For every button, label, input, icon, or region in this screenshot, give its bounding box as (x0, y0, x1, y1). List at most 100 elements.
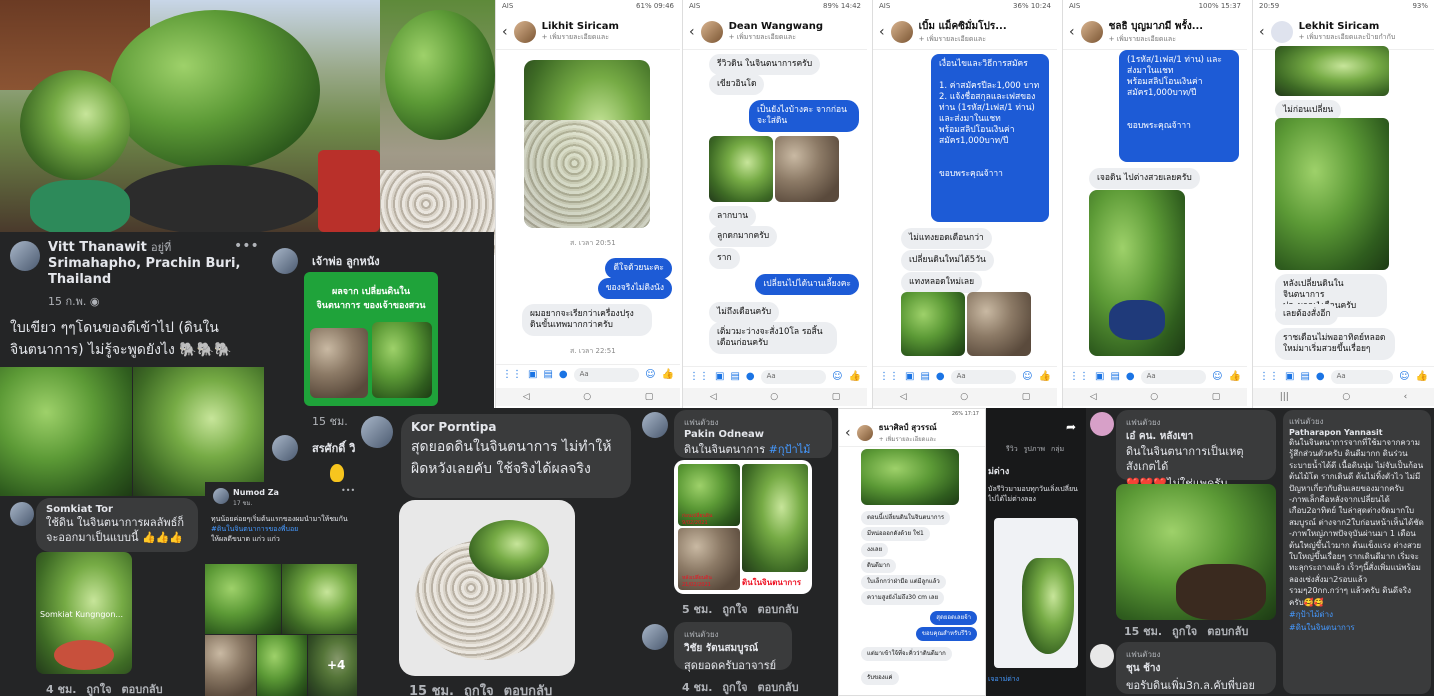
post-hashtag[interactable]: #ดินในจินตนาการของพี่บอย (211, 524, 351, 534)
emoji-icon[interactable]: ☺ (832, 371, 842, 382)
chat-image[interactable] (1275, 46, 1389, 96)
tab-review[interactable]: รีวิว (1006, 444, 1018, 455)
avatar[interactable] (213, 488, 229, 504)
gallery-icon[interactable]: ▤ (543, 369, 552, 380)
apps-icon[interactable]: ⋮⋮ (1259, 371, 1279, 382)
message-input[interactable]: Aa (760, 369, 827, 384)
back-icon[interactable]: ‹ (689, 24, 695, 40)
like-link[interactable]: ถูกใจ (722, 603, 747, 616)
post-image-2[interactable] (133, 367, 264, 496)
comment-author[interactable]: Somkiat Tor (46, 504, 188, 515)
contact-name[interactable]: ชลธิ บุญมาภมี พรั้ง... (1109, 19, 1203, 34)
reply-link[interactable]: ตอบกลับ (504, 684, 553, 696)
comment-hashtag[interactable]: #ดินในจินตนาการ (1289, 621, 1425, 634)
reply-link[interactable]: ตอบกลับ (122, 683, 163, 696)
like-icon[interactable]: 👍 (662, 369, 674, 380)
comment-author[interactable]: Patharapon Yannasit (1289, 428, 1425, 437)
gallery-icon[interactable]: ▤ (920, 371, 929, 382)
nav-recent-icon[interactable]: ▢ (1022, 392, 1031, 402)
message-input[interactable]: Aa (950, 369, 1017, 384)
comment-image[interactable]: Somkiat Kungngon... (36, 552, 132, 674)
like-icon[interactable]: 👍 (1229, 371, 1241, 382)
comment-image[interactable] (399, 500, 575, 676)
avatar[interactable] (700, 20, 723, 43)
camera-icon[interactable]: ▣ (715, 371, 724, 382)
comment-author[interactable]: เจ้าพ่อ ลูกหนัง (312, 252, 380, 270)
back-icon[interactable]: ‹ (879, 24, 885, 40)
embedded-screenshot[interactable] (994, 518, 1078, 668)
post-image-1[interactable] (205, 564, 281, 634)
comment-author[interactable]: Pakin Odneaw (684, 429, 822, 440)
back-icon[interactable]: ‹ (1259, 24, 1265, 40)
nav-back-icon[interactable]: ‹ (1404, 392, 1408, 402)
post-image-2[interactable] (282, 564, 357, 634)
chat-image[interactable] (901, 292, 965, 356)
avatar[interactable] (361, 416, 393, 448)
like-link[interactable]: ถูกใจ (1172, 625, 1197, 638)
contact-sub[interactable]: + เพิ่มรายละเอียดและ (919, 34, 1007, 45)
reply-link[interactable]: ตอบกลับ (1207, 625, 1248, 638)
like-link[interactable]: ถูกใจ (464, 684, 494, 696)
contact-name[interactable]: ธนาศิลป์ สุวรรณ์ (879, 421, 937, 434)
back-icon[interactable]: ‹ (502, 24, 508, 40)
emoji-icon[interactable]: ☺ (645, 369, 655, 380)
gallery-icon[interactable]: ▤ (1110, 371, 1119, 382)
post-author[interactable]: Numod Za (233, 488, 279, 497)
like-icon[interactable]: 👍 (1416, 371, 1428, 382)
mic-icon[interactable]: ● (1126, 371, 1135, 382)
nav-back-icon[interactable]: ◁ (1090, 392, 1097, 402)
contact-sub[interactable]: + เพิ่มรายละเอียดและ (1109, 34, 1203, 45)
avatar[interactable] (513, 20, 536, 43)
contact-name[interactable]: Lekhit Siricam (1299, 21, 1396, 32)
gallery-icon[interactable]: ▤ (1300, 371, 1309, 382)
apps-icon[interactable]: ⋮⋮ (689, 371, 709, 382)
more-photos-count[interactable]: +4 (327, 658, 345, 672)
avatar[interactable] (856, 424, 873, 441)
nav-recent-icon[interactable]: ▢ (1212, 392, 1221, 402)
tab-photos[interactable]: รูปภาพ (1024, 444, 1045, 455)
nav-back-icon[interactable]: ◁ (900, 392, 907, 402)
apps-icon[interactable]: ⋮⋮ (879, 371, 899, 382)
more-icon[interactable]: ••• (341, 486, 355, 495)
contact-name[interactable]: Dean Wangwang (729, 21, 823, 32)
nav-home-icon[interactable]: ○ (1150, 392, 1158, 402)
post-image-4[interactable] (257, 635, 307, 696)
avatar[interactable] (1090, 644, 1114, 668)
comment-author[interactable]: ชุน ช้าง (1126, 661, 1266, 676)
avatar[interactable] (272, 435, 298, 461)
back-icon[interactable]: ‹ (1069, 24, 1075, 40)
chat-image[interactable] (1089, 190, 1185, 356)
avatar[interactable] (642, 412, 668, 438)
comment-image[interactable]: ก่อนเปลี่ยนดิน 9/02/2021 หลังเปลี่ยนดิน … (674, 460, 812, 594)
chat-image[interactable] (1275, 118, 1389, 270)
like-link[interactable]: ถูกใจ (86, 683, 111, 696)
camera-icon[interactable]: ▣ (528, 369, 537, 380)
comment-author[interactable]: วิชัย รัตนสมบูรณ์ (684, 641, 782, 656)
comment-hashtag[interactable]: #กุป้าไม้ด่าง (1289, 608, 1425, 621)
like-icon[interactable]: 👍 (1039, 371, 1051, 382)
nav-back-icon[interactable]: ◁ (523, 392, 530, 402)
chat-image[interactable] (775, 136, 839, 202)
mic-icon[interactable]: ● (936, 371, 945, 382)
comment-author[interactable]: Kor Porntipa (411, 420, 621, 434)
nav-home-icon[interactable]: ○ (770, 392, 778, 402)
mic-icon[interactable]: ● (746, 371, 755, 382)
chat-image[interactable] (967, 292, 1031, 356)
like-icon[interactable]: 👍 (849, 371, 861, 382)
chat-image[interactable] (861, 449, 959, 505)
nav-home-icon[interactable]: ○ (583, 392, 591, 402)
avatar[interactable] (890, 20, 913, 43)
contact-sub[interactable]: + เพิ่มรายละเอียดและป้ายกำกับ (1299, 32, 1396, 43)
post-time[interactable]: 15 ก.พ. (48, 295, 86, 308)
message-input[interactable]: Aa (573, 367, 640, 382)
contact-name[interactable]: Likhit Siricam (542, 21, 619, 32)
emoji-icon[interactable]: ☺ (1212, 371, 1222, 382)
avatar[interactable] (1270, 20, 1293, 43)
contact-sub[interactable]: + เพิ่มรายละเอียดและ (879, 434, 937, 444)
comment-image[interactable]: ผลจาก เปลี่ยนดินในจินตนาการ ของเจ้าของสว… (304, 272, 438, 406)
avatar[interactable] (272, 248, 298, 274)
apps-icon[interactable]: ⋮⋮ (502, 369, 522, 380)
reply-link[interactable]: ตอบกลับ (758, 603, 799, 616)
post-image-1[interactable] (0, 367, 132, 496)
gallery-icon[interactable]: ▤ (730, 371, 739, 382)
